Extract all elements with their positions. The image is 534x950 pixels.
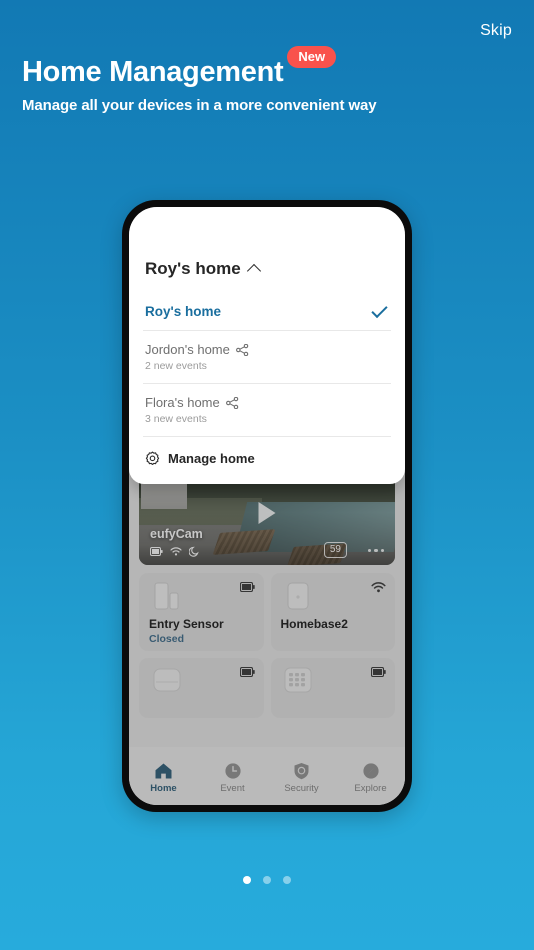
device-status: Closed: [149, 633, 185, 645]
device-tile-grid: Entry Sensor Closed Homebase2: [139, 573, 395, 718]
nav-item-security[interactable]: Security: [267, 762, 336, 794]
manage-home-button[interactable]: Manage home: [143, 437, 391, 468]
nav-item-event[interactable]: Event: [198, 762, 267, 794]
nav-item-home[interactable]: Home: [129, 762, 198, 794]
home-name: Flora's home: [145, 395, 220, 410]
wifi-icon: [170, 547, 182, 556]
home-list-item[interactable]: Jordon's home 2 new events: [143, 331, 391, 384]
page-title: Home Management: [22, 56, 284, 88]
device-tile-entry-sensor[interactable]: Entry Sensor Closed: [139, 573, 264, 651]
chevron-up-icon[interactable]: [246, 263, 261, 278]
nav-label: Home: [150, 783, 177, 794]
home-selector-panel: Roy's home Roy's home Jordon's home 2 ne…: [129, 207, 405, 484]
device-tile-homebase[interactable]: Homebase2: [270, 573, 395, 651]
page-title-group: Home Management New: [22, 46, 337, 89]
device-tile-keypad[interactable]: [270, 658, 395, 718]
bottom-navigation: Home Event Security Explore: [129, 747, 405, 805]
entry-sensor-icon: [154, 582, 179, 610]
home-name: Roy's home: [145, 304, 221, 319]
current-home-name: Roy's home: [145, 259, 241, 278]
compass-icon: [362, 763, 379, 779]
home-name-row: Flora's home: [145, 395, 389, 410]
device-tile-motion-sensor[interactable]: [139, 658, 264, 718]
battery-icon: [150, 547, 163, 556]
nav-label: Event: [220, 783, 245, 794]
home-events-count: 2 new events: [145, 360, 207, 372]
nav-label: Security: [284, 783, 319, 794]
new-badge: New: [287, 46, 337, 68]
night-mode-icon: [189, 546, 199, 557]
shield-icon: [294, 763, 309, 780]
battery-icon: [371, 667, 386, 677]
home-list-item-selected[interactable]: Roy's home: [143, 293, 391, 331]
phone-mockup: eufyCam 59 Entry Sensor Closed Homebase2…: [122, 200, 412, 812]
wifi-icon: [371, 582, 386, 593]
phone-screen: eufyCam 59 Entry Sensor Closed Homebase2…: [129, 207, 405, 805]
camera-status-icons: [150, 546, 200, 557]
play-icon[interactable]: [258, 502, 276, 525]
nav-item-explore[interactable]: Explore: [336, 762, 405, 794]
pagination-dot[interactable]: [283, 876, 291, 884]
home-list-item[interactable]: Flora's home 3 new events: [143, 384, 391, 437]
camera-battery-badge: 59: [323, 542, 347, 558]
device-name: Homebase2: [280, 617, 348, 631]
home-name-row: Jordon's home: [145, 342, 389, 357]
battery-icon: [239, 582, 255, 592]
nav-label: Explore: [354, 783, 387, 794]
motion-sensor-icon: [153, 668, 181, 692]
gear-icon: [145, 451, 160, 465]
house-icon: [155, 763, 172, 779]
pagination-dot-active[interactable]: [243, 876, 251, 884]
device-name: Entry Sensor: [149, 617, 224, 631]
share-icon: [235, 343, 249, 356]
pagination-dot[interactable]: [263, 876, 271, 884]
home-selector-header[interactable]: Roy's home: [143, 207, 391, 293]
battery-icon: [239, 667, 255, 677]
homebase-icon: [287, 582, 308, 610]
more-options-icon[interactable]: [367, 548, 384, 552]
share-icon: [225, 396, 238, 409]
keypad-icon: [284, 667, 311, 693]
home-events-count: 3 new events: [145, 413, 207, 425]
manage-home-label: Manage home: [168, 451, 255, 466]
page-subtitle: Manage all your devices in a more conven…: [22, 97, 377, 114]
pagination-dots: [0, 876, 534, 884]
home-name: Jordon's home: [145, 342, 230, 357]
camera-name: eufyCam: [150, 527, 203, 541]
clock-icon: [224, 763, 241, 779]
skip-button[interactable]: Skip: [480, 22, 512, 40]
